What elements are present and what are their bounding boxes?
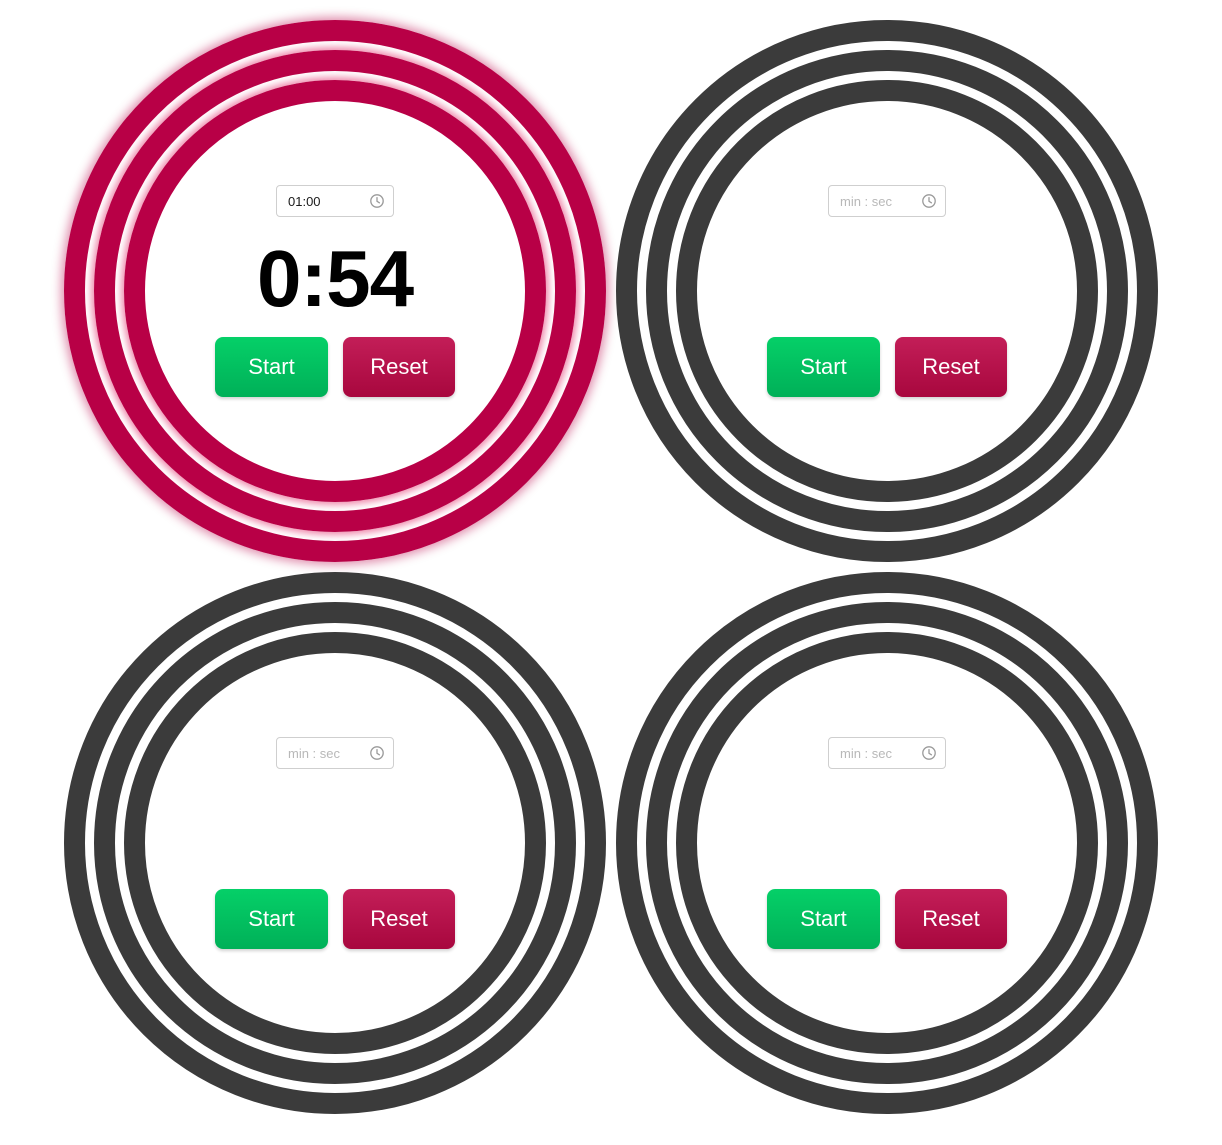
clock-icon[interactable]	[369, 193, 385, 209]
time-input[interactable]: min : sec	[828, 185, 946, 217]
time-input[interactable]: 01:00	[276, 185, 394, 217]
clock-icon[interactable]	[921, 193, 937, 209]
time-input-value: 01:00	[288, 193, 321, 209]
start-button[interactable]: Start	[767, 337, 880, 397]
time-input-value: min : sec	[840, 193, 893, 209]
reset-button[interactable]: Reset	[343, 889, 455, 949]
timer-1: 01:00 0:54 Start Reset	[64, 20, 606, 562]
start-button[interactable]: Start	[215, 889, 328, 949]
start-button[interactable]: Start	[215, 337, 328, 397]
start-button[interactable]: Start	[767, 889, 880, 949]
inner-ring	[124, 632, 546, 1054]
reset-button[interactable]: Reset	[895, 337, 1007, 397]
reset-button[interactable]: Reset	[343, 337, 455, 397]
time-input-value: min : sec	[288, 745, 341, 761]
time-input-value: min : sec	[840, 745, 893, 761]
timer-4: min : sec Start Reset	[616, 572, 1158, 1114]
inner-ring	[676, 632, 1098, 1054]
clock-icon[interactable]	[369, 745, 385, 761]
reset-button[interactable]: Reset	[895, 889, 1007, 949]
timer-2: min : sec Start Reset	[616, 20, 1158, 562]
inner-ring	[676, 80, 1098, 502]
clock-icon[interactable]	[921, 745, 937, 761]
countdown-display: 0:54	[256, 234, 414, 323]
time-input[interactable]: min : sec	[828, 737, 946, 769]
timer-3: min : sec Start Reset	[64, 572, 606, 1114]
timer-grid: 01:00 0:54 Start Reset min : sec Start R…	[0, 0, 1222, 1145]
time-input[interactable]: min : sec	[276, 737, 394, 769]
